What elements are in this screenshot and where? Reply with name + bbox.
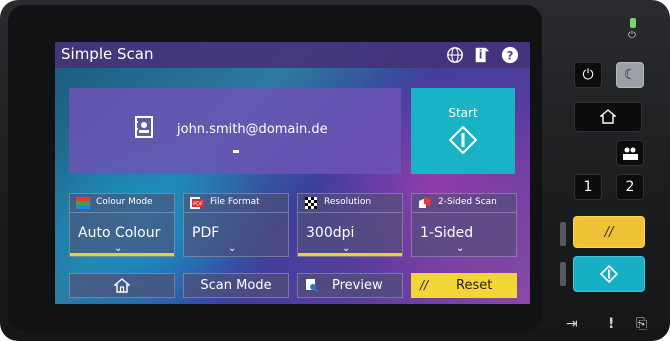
tile-selection-bar: [70, 253, 174, 256]
tile-header-label: File Format: [210, 197, 260, 207]
indicator-strip: [560, 262, 566, 286]
indicator-strip: [560, 222, 566, 246]
users-icon: [623, 147, 638, 160]
user-button[interactable]: [616, 140, 644, 166]
resolution-icon: [305, 197, 317, 209]
number-2-label: 2: [625, 179, 635, 195]
two-sided-scan-tile[interactable]: 2-Sided Scan 1-Sided ⌄: [411, 193, 517, 257]
tile-header-label: Colour Mode: [96, 197, 153, 207]
alert-icon: !: [608, 316, 615, 332]
svg-text:PDF: PDF: [193, 201, 203, 207]
power-status-icon: ⏻: [628, 30, 636, 41]
tile-selection-bar: [298, 253, 402, 256]
preview-icon: [306, 279, 318, 292]
home-button[interactable]: [69, 273, 175, 298]
preview-button[interactable]: Preview: [297, 273, 403, 298]
number-2-button[interactable]: 2: [616, 174, 644, 200]
tile-header: PDF File Format: [184, 194, 288, 213]
start-diamond-icon: [449, 126, 477, 154]
chevron-down-icon: ⌄: [228, 243, 237, 254]
tile-header: 2-Sided Scan: [412, 194, 516, 213]
panel-reset-button[interactable]: //: [573, 216, 645, 248]
info-icon[interactable]: [473, 46, 491, 64]
user-email: john.smith@domain.de: [177, 122, 328, 137]
destination-placeholder: [233, 150, 239, 153]
colour-mode-icon: [76, 197, 90, 209]
status-led: [630, 18, 636, 28]
chevron-down-icon: ⌄: [456, 243, 465, 254]
tile-value: PDF: [192, 225, 220, 241]
tile-header-label: 2-Sided Scan: [438, 197, 497, 207]
tile-value: Auto Colour: [78, 225, 161, 241]
file-format-tile[interactable]: PDF File Format PDF ⌄: [183, 193, 289, 257]
tile-header: Colour Mode: [70, 194, 174, 213]
start-diamond-icon: [600, 265, 618, 283]
home-icon: [600, 109, 616, 124]
svg-text:?: ?: [507, 49, 514, 63]
data-icon: ⎘: [636, 316, 648, 332]
touchscreen: Simple Scan ? john.smith@domain.de Start…: [55, 42, 530, 304]
help-icon[interactable]: ?: [501, 46, 519, 64]
number-1-button[interactable]: 1: [574, 174, 602, 200]
sleep-button[interactable]: ☾: [616, 62, 644, 88]
panel-start-button[interactable]: [573, 256, 645, 292]
tile-value: 1-Sided: [420, 225, 474, 241]
reset-button[interactable]: // Reset: [411, 273, 517, 298]
number-1-label: 1: [583, 179, 593, 195]
colour-mode-tile[interactable]: Colour Mode Auto Colour ⌄: [69, 193, 175, 257]
globe-icon[interactable]: [446, 46, 464, 64]
title-bar: Simple Scan ?: [55, 42, 530, 68]
app-title: Simple Scan: [61, 45, 154, 63]
preview-label: Preview: [332, 278, 383, 293]
power-icon: ⏻: [582, 67, 594, 83]
address-book-icon: [135, 116, 153, 138]
resolution-tile[interactable]: Resolution 300dpi ⌄: [297, 193, 403, 257]
reset-icon: //: [420, 278, 429, 292]
reset-label: Reset: [456, 278, 493, 293]
login-icon: ⇥: [566, 316, 578, 332]
home-icon: [114, 278, 130, 293]
scan-mode-button[interactable]: Scan Mode: [183, 273, 289, 298]
printer-control-panel: Simple Scan ? john.smith@domain.de Start…: [0, 0, 670, 341]
user-info-card[interactable]: john.smith@domain.de: [69, 88, 401, 174]
tile-header-label: Resolution: [324, 197, 372, 207]
reset-icon: //: [604, 224, 614, 240]
power-button[interactable]: ⏻: [574, 62, 602, 88]
tile-value: 300dpi: [306, 225, 355, 241]
tile-header: Resolution: [298, 194, 402, 213]
file-format-icon: PDF: [190, 197, 204, 209]
moon-icon: ☾: [623, 67, 637, 83]
two-sided-scan-icon: [419, 197, 431, 208]
panel-home-button[interactable]: [574, 102, 642, 132]
start-label: Start: [448, 106, 478, 120]
start-button[interactable]: Start: [411, 88, 515, 174]
